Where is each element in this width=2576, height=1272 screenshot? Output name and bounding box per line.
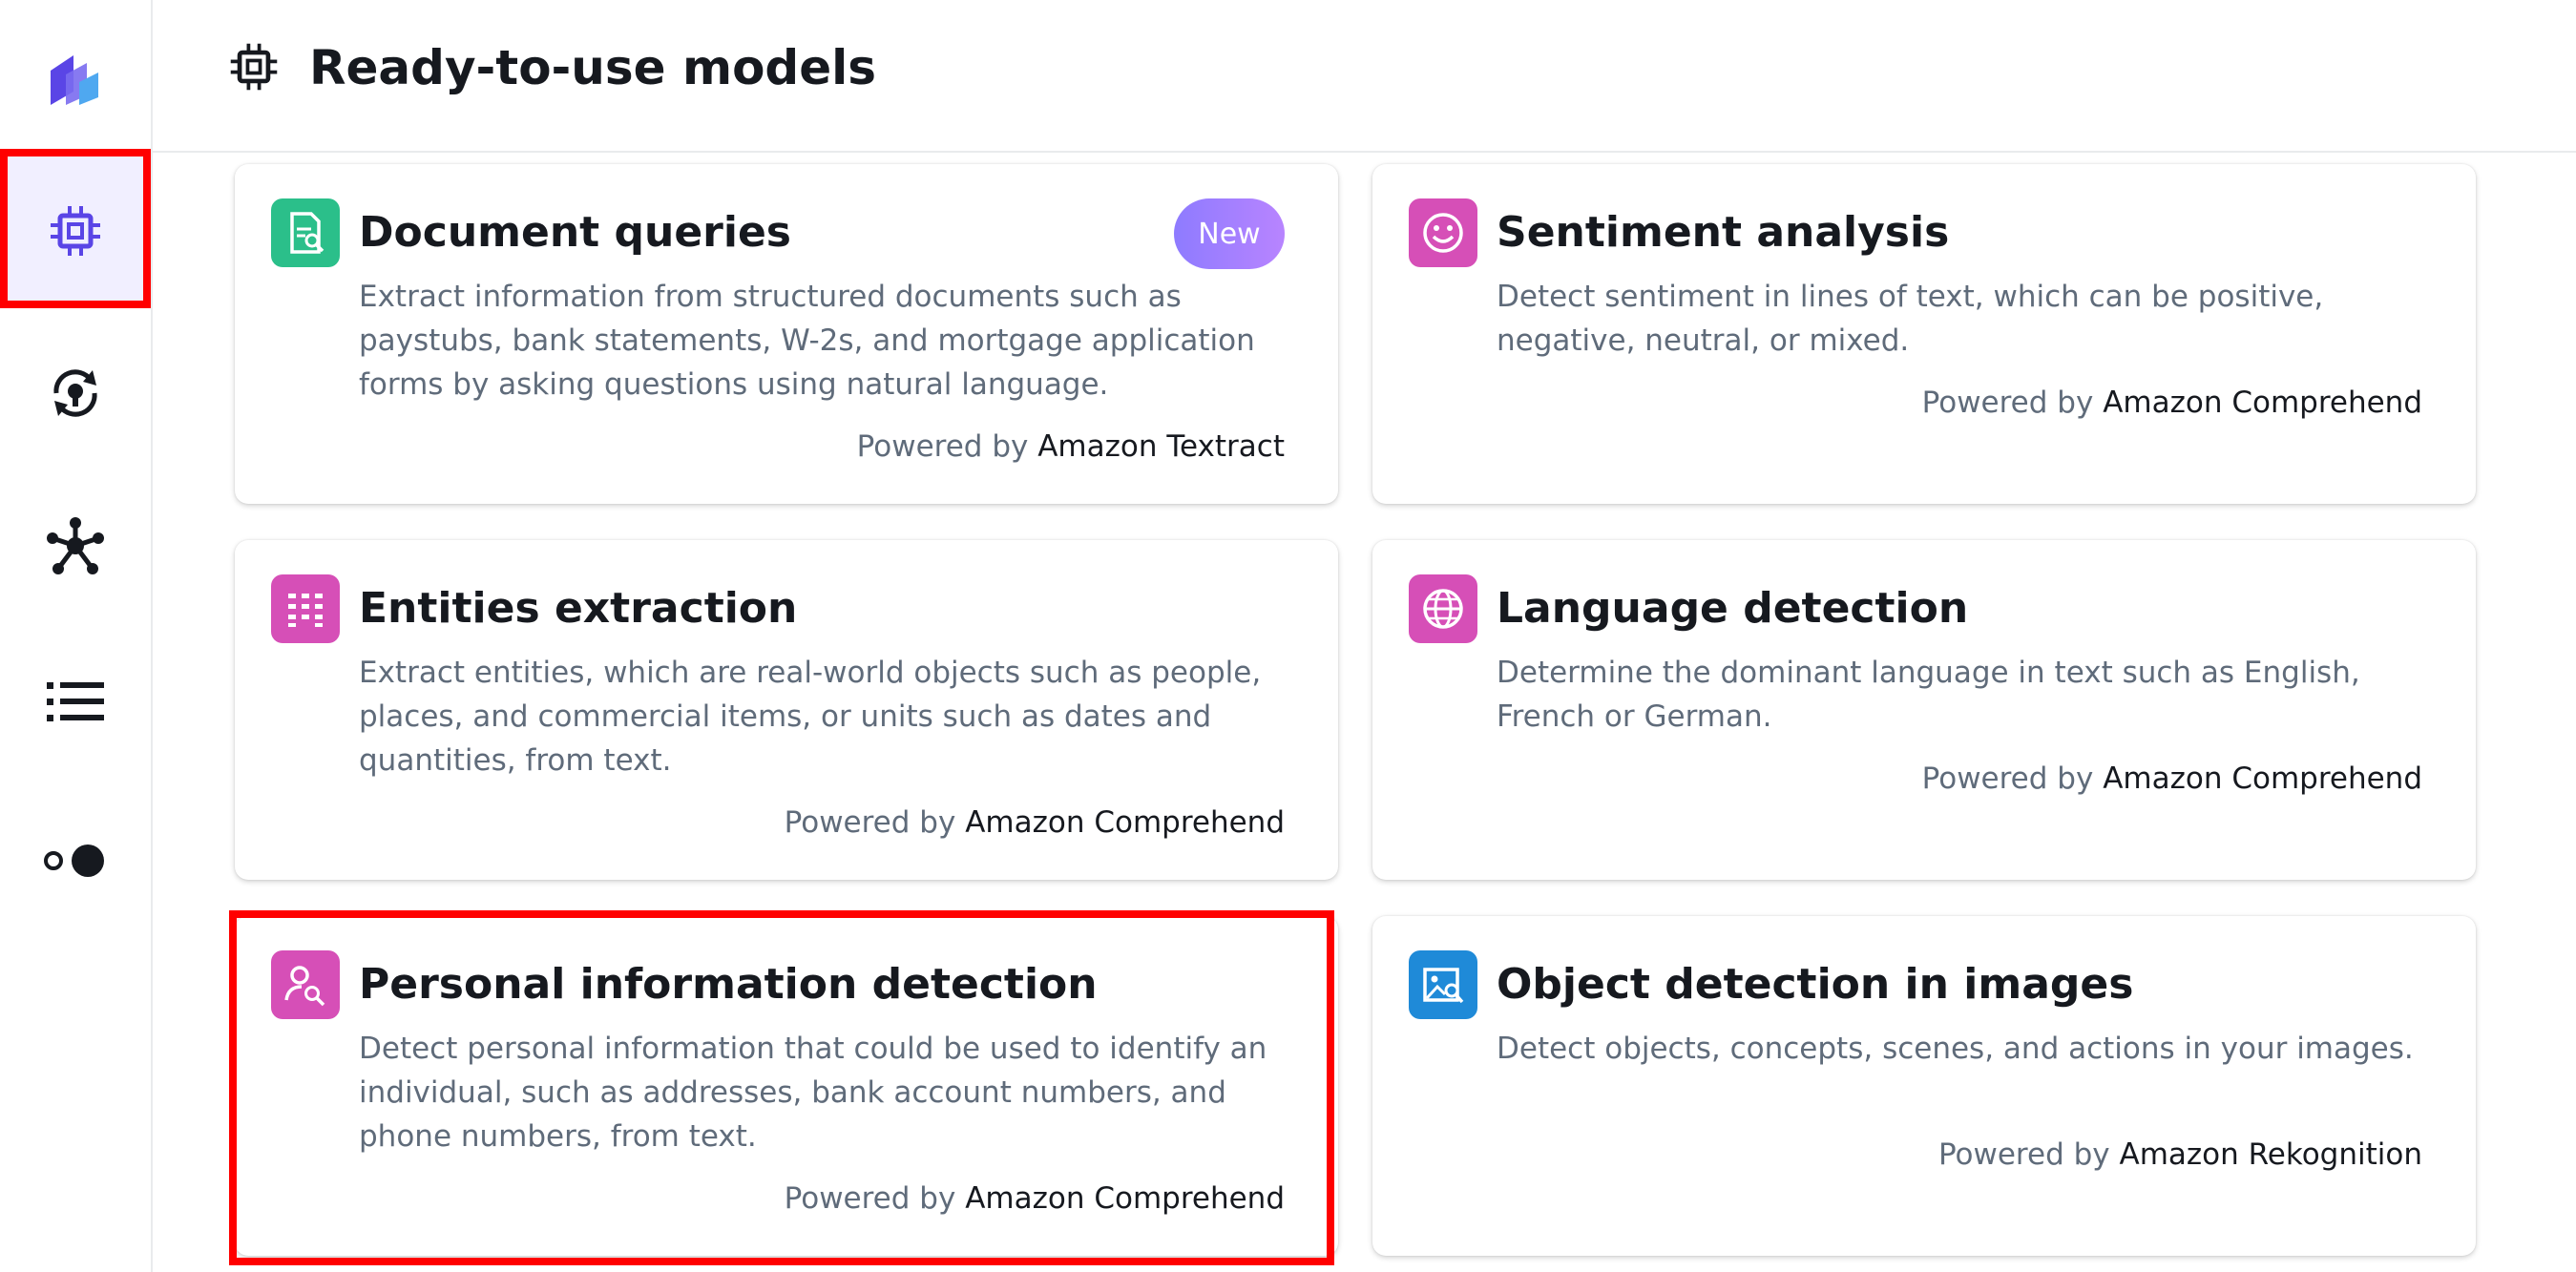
powered-by-prefix: Powered by [784, 1181, 956, 1216]
card-entities-extraction[interactable]: Entities extraction Extract entities, wh… [235, 540, 1338, 880]
service-name: Amazon Textract [1037, 429, 1285, 464]
powered-by-prefix: Powered by [856, 429, 1029, 464]
image-search-icon [1409, 950, 1477, 1019]
service-name: Amazon Comprehend [965, 805, 1285, 840]
toggle-dots-icon [44, 845, 104, 877]
card-title: Object detection in images [1497, 960, 2134, 1009]
sidebar-item-ready-to-use-models[interactable] [0, 155, 151, 307]
sidebar-item-ml-ops[interactable] [0, 469, 151, 622]
sidebar [0, 0, 153, 1272]
network-nodes-icon [47, 517, 104, 574]
powered-by: Powered by Amazon Comprehend [1922, 382, 2422, 424]
card-description: Detect objects, concepts, scenes, and ac… [1497, 1032, 2414, 1066]
card-description: Extract information from structured docu… [359, 280, 1255, 402]
service-name: Amazon Comprehend [965, 1181, 1285, 1216]
person-search-icon [271, 950, 340, 1019]
card-language-detection[interactable]: Language detection Determine the dominan… [1372, 540, 2476, 880]
card-description: Detect personal information that could b… [359, 1032, 1267, 1154]
chip-icon [230, 43, 278, 91]
card-description: Extract entities, which are real-world o… [359, 656, 1262, 778]
service-name: Amazon Comprehend [2103, 761, 2422, 796]
card-description: Determine the dominant language in text … [1497, 656, 2360, 734]
list-icon [47, 682, 104, 721]
canvas-logo[interactable] [0, 0, 151, 153]
card-title: Document queries [359, 208, 791, 257]
page-title: Ready-to-use models [309, 40, 877, 95]
powered-by-prefix: Powered by [1921, 386, 2094, 420]
canvas-logo-icon [51, 55, 98, 105]
sidebar-item-my-models[interactable] [0, 317, 151, 469]
lightbulb-refresh-icon [53, 369, 97, 417]
service-name: Amazon Comprehend [2103, 386, 2422, 420]
card-title: Sentiment analysis [1497, 208, 1950, 257]
powered-by: Powered by Amazon Comprehend [1922, 758, 2422, 800]
chip-icon [51, 206, 100, 256]
card-description: Detect sentiment in lines of text, which… [1497, 280, 2324, 358]
card-sentiment-analysis[interactable]: Sentiment analysis Detect sentiment in l… [1372, 164, 2476, 504]
new-badge: New [1174, 198, 1285, 269]
grid-list-icon [271, 574, 340, 643]
service-name: Amazon Rekognition [2119, 1137, 2423, 1172]
powered-by: Powered by Amazon Textract [857, 426, 1285, 468]
powered-by-prefix: Powered by [1937, 1137, 2110, 1172]
smiley-icon [1409, 198, 1477, 267]
card-document-queries[interactable]: Document queries New Extract information… [235, 164, 1338, 504]
card-title: Language detection [1497, 584, 1969, 633]
globe-icon [1409, 574, 1477, 643]
powered-by: Powered by Amazon Rekognition [1938, 1134, 2422, 1176]
powered-by-prefix: Powered by [1921, 761, 2094, 796]
powered-by: Powered by Amazon Comprehend [785, 1178, 1285, 1220]
powered-by-prefix: Powered by [784, 805, 956, 840]
card-title: Personal information detection [359, 960, 1098, 1009]
sidebar-item-toggle[interactable] [0, 784, 151, 937]
page-header: Ready-to-use models [153, 0, 2576, 153]
card-object-detection-in-images[interactable]: Object detection in images Detect object… [1372, 916, 2476, 1256]
document-search-icon [271, 198, 340, 267]
card-title: Entities extraction [359, 584, 798, 633]
sidebar-item-datasets[interactable] [0, 626, 151, 779]
powered-by: Powered by Amazon Comprehend [785, 802, 1285, 844]
card-personal-information-detection[interactable]: Personal information detection Detect pe… [235, 916, 1338, 1256]
